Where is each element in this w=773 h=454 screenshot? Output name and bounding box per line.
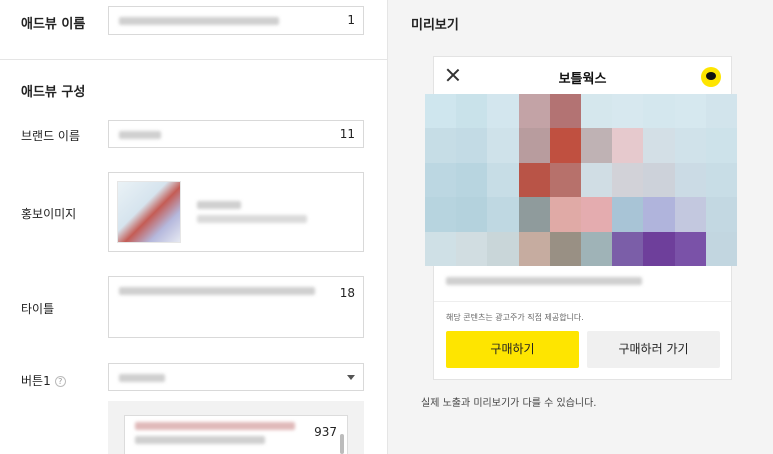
- mosaic-tile: [425, 94, 457, 129]
- mosaic-tile: [425, 231, 457, 266]
- brand-name-input[interactable]: 11: [108, 120, 364, 148]
- button1-type-select[interactable]: [108, 363, 364, 391]
- mosaic-tile: [643, 197, 675, 232]
- mosaic-tile: [674, 128, 706, 163]
- mosaic-tile: [581, 162, 613, 198]
- mosaic-tile: [456, 162, 488, 198]
- preview-image: [425, 94, 737, 266]
- mosaic-tile: [456, 94, 488, 129]
- redacted-text: [119, 17, 279, 25]
- buy-button[interactable]: 구매하기: [446, 331, 579, 368]
- section-divider: [0, 59, 388, 60]
- mosaic-tile: [674, 162, 706, 198]
- scrollbar[interactable]: [340, 434, 344, 454]
- mosaic-tile: [456, 197, 488, 232]
- mosaic-tile: [612, 162, 644, 198]
- mosaic-tile: [612, 231, 644, 266]
- mosaic-tile: [549, 128, 581, 163]
- mosaic-tile: [425, 197, 457, 232]
- redacted-text: [197, 201, 241, 209]
- redacted-text: [119, 131, 161, 139]
- mosaic-tile: [674, 94, 706, 129]
- title-textarea[interactable]: 18: [108, 276, 364, 338]
- mosaic-tile: [643, 162, 675, 198]
- kakaotalk-icon[interactable]: [701, 67, 721, 87]
- mosaic-tile: [705, 162, 737, 198]
- promo-image-label: 홍보이미지: [21, 207, 77, 221]
- section-title: 애드뷰 구성: [21, 85, 86, 100]
- chevron-down-icon: [347, 375, 355, 380]
- mosaic-tile: [518, 231, 550, 266]
- mosaic-tile: [549, 231, 581, 266]
- mosaic-tile: [518, 162, 550, 198]
- preview-header-title: 보틀웍스: [558, 72, 607, 87]
- mosaic-tile: [456, 231, 488, 266]
- mosaic-tile: [643, 231, 675, 266]
- mosaic-tile: [581, 231, 613, 266]
- mosaic-tile: [549, 162, 581, 198]
- promo-image-thumbnail[interactable]: [117, 181, 181, 243]
- brand-name-label: 브랜드 이름: [21, 129, 81, 143]
- mosaic-tile: [612, 94, 644, 129]
- adview-name-input[interactable]: 1: [108, 6, 364, 35]
- mosaic-tile: [643, 94, 675, 129]
- divider: [434, 301, 731, 302]
- redacted-text: [446, 277, 642, 285]
- title-label: 타이틀: [21, 302, 55, 316]
- mosaic-tile: [612, 197, 644, 232]
- preview-footnote: 실제 노출과 미리보기가 다를 수 있습니다.: [421, 398, 597, 409]
- mosaic-tile: [705, 128, 737, 163]
- mosaic-tile: [581, 197, 613, 232]
- help-icon[interactable]: ?: [54, 376, 66, 387]
- mosaic-tile: [643, 128, 675, 163]
- button1-link-input[interactable]: 937: [124, 415, 348, 454]
- mosaic-tile: [518, 128, 550, 163]
- button1-link-count: 937: [314, 425, 337, 439]
- adview-name-count: 1: [347, 13, 355, 27]
- adview-name-label: 애드뷰 이름: [21, 17, 86, 32]
- promo-image-uploader[interactable]: [108, 172, 364, 252]
- redacted-text: [197, 215, 307, 223]
- button1-label: 버튼1: [21, 374, 51, 388]
- mosaic-tile: [487, 162, 519, 198]
- button1-link-area: 937: [108, 401, 364, 454]
- title-count: 18: [339, 286, 355, 300]
- go-buy-button[interactable]: 구매하러 가기: [587, 331, 720, 368]
- mosaic-tile: [518, 197, 550, 232]
- mosaic-tile: [518, 94, 550, 129]
- mosaic-tile: [581, 94, 613, 129]
- preview-header: 보틀웍스: [434, 57, 731, 95]
- mosaic-tile: [456, 128, 488, 163]
- mosaic-tile: [705, 197, 737, 232]
- mosaic-tile: [674, 231, 706, 266]
- mosaic-tile: [612, 128, 644, 163]
- brand-name-count: 11: [339, 127, 355, 141]
- mosaic-tile: [425, 128, 457, 163]
- mosaic-tile: [549, 197, 581, 232]
- mosaic-tile: [487, 94, 519, 129]
- preview-notice: 해당 콘텐츠는 광고주가 직접 제공합니다.: [446, 313, 584, 322]
- mosaic-tile: [705, 94, 737, 129]
- mosaic-tile: [487, 197, 519, 232]
- redacted-text: [135, 422, 295, 430]
- mosaic-tile: [674, 197, 706, 232]
- redacted-text: [119, 374, 165, 382]
- mosaic-tile: [487, 231, 519, 266]
- mosaic-tile: [487, 128, 519, 163]
- mosaic-tile: [425, 162, 457, 198]
- mosaic-tile: [549, 94, 581, 129]
- config-panel: 애드뷰 이름 1 애드뷰 구성 브랜드 이름 11 홍보이미지 타이틀 18 버…: [0, 0, 388, 454]
- redacted-text: [135, 436, 265, 444]
- preview-section-title: 미리보기: [411, 18, 459, 33]
- mosaic-tile: [705, 231, 737, 266]
- button1-label-row: 버튼1?: [21, 372, 66, 389]
- redacted-text: [119, 287, 315, 295]
- mosaic-tile: [581, 128, 613, 163]
